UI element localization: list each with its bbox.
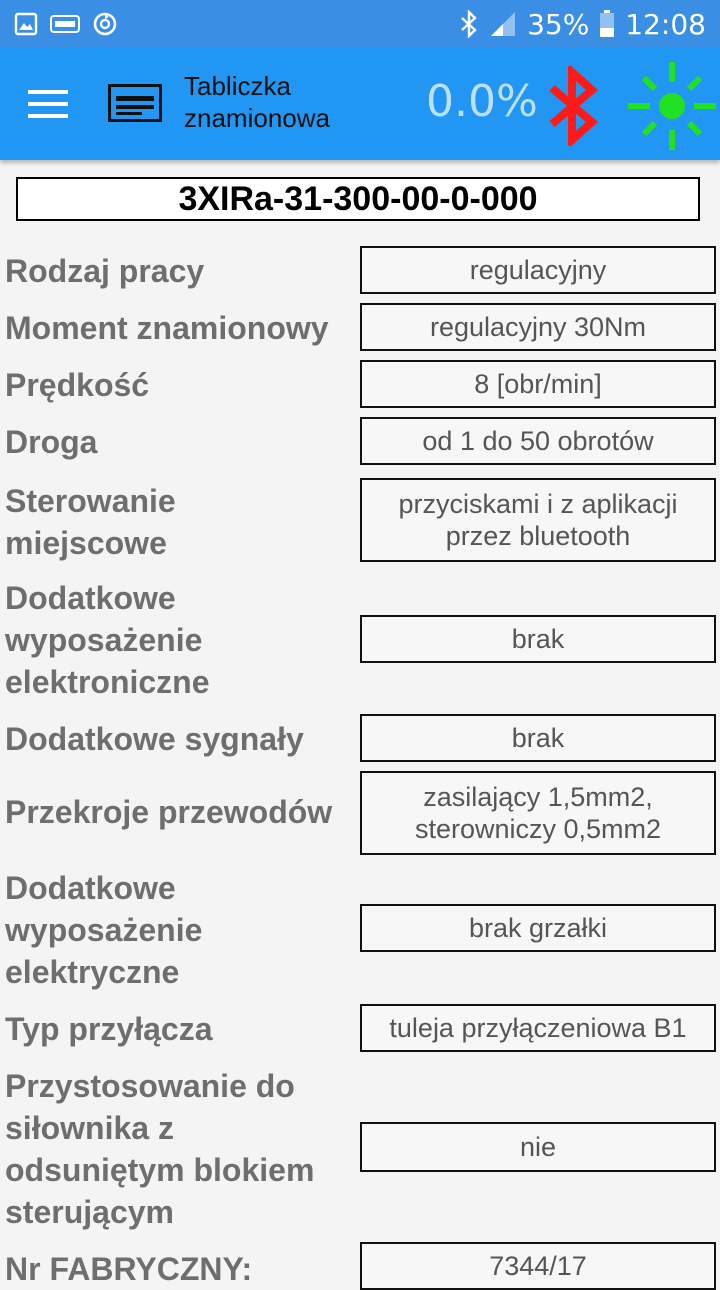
- label-speed: Prędkość: [5, 367, 150, 403]
- gallery-icon: [14, 12, 38, 36]
- clock: 12:08: [625, 7, 706, 41]
- value-extra-signals: brak: [360, 714, 716, 762]
- label-work-type: Rodzaj pracy: [5, 253, 205, 289]
- zpue-icon: [50, 15, 80, 33]
- progress-percent: 0.0%: [426, 76, 538, 127]
- notification-icons: [14, 10, 118, 38]
- value-nominal-torque: regulacyjny 30Nm: [360, 303, 716, 351]
- status-bar: 35% 12:08: [0, 0, 720, 48]
- value-wire-cross-sections: zasilający 1,5mm2, sterowniczy 0,5mm2: [360, 771, 716, 855]
- value-factory-number: 7344/17: [360, 1242, 716, 1290]
- value-offset-control-block: nie: [360, 1122, 716, 1172]
- battery-icon: [600, 10, 615, 37]
- value-extra-electrical: brak grzałki: [360, 904, 716, 952]
- label-connection-type: Typ przyłącza: [5, 1011, 213, 1047]
- label-extra-electrical: Dodatkowe wyposażenie elektryczne: [5, 870, 203, 990]
- label-offset-control-block: Przystosowanie do siłownika z odsuniętym…: [5, 1068, 315, 1230]
- label-extra-signals: Dodatkowe sygnały: [5, 721, 304, 757]
- menu-icon-bar: [28, 102, 68, 106]
- value-local-control: przyciskami i z aplikacji przez bluetoot…: [360, 478, 716, 562]
- label-factory-number: Nr FABRYCZNY:: [5, 1251, 253, 1287]
- label-wire-cross-sections: Przekroje przewodów: [5, 794, 333, 830]
- value-extra-electronic: brak: [360, 615, 716, 663]
- led-status-icon[interactable]: [626, 60, 718, 152]
- bluetooth-status-icon: [461, 10, 477, 38]
- sync-icon: [93, 12, 117, 36]
- menu-button[interactable]: [22, 82, 74, 126]
- serial-number: 3XIRa-31-300-00-0-000: [16, 177, 700, 221]
- battery-percent: 35%: [527, 7, 590, 41]
- label-travel: Droga: [5, 424, 98, 460]
- value-connection-type: tuleja przyłączeniowa B1: [360, 1004, 716, 1052]
- menu-icon-bar: [28, 114, 68, 118]
- system-icons: 35% 12:08: [459, 0, 706, 48]
- menu-icon: [28, 90, 68, 94]
- label-nominal-torque: Moment znamionowy: [5, 310, 329, 346]
- app-title: Tabliczka znamionowa: [184, 71, 330, 133]
- value-travel: od 1 do 50 obrotów: [360, 417, 716, 465]
- label-extra-electronic: Dodatkowe wyposażenie elektroniczne: [5, 580, 210, 700]
- bluetooth-icon[interactable]: [546, 66, 600, 146]
- app-bar: Tabliczka znamionowa 0.0%: [0, 48, 720, 160]
- signal-icon: [491, 12, 516, 36]
- value-work-type: regulacyjny: [360, 246, 716, 294]
- nameplate-icon: [108, 84, 162, 122]
- value-speed: 8 [obr/min]: [360, 360, 716, 408]
- label-local-control: Sterowanie miejscowe: [5, 483, 176, 561]
